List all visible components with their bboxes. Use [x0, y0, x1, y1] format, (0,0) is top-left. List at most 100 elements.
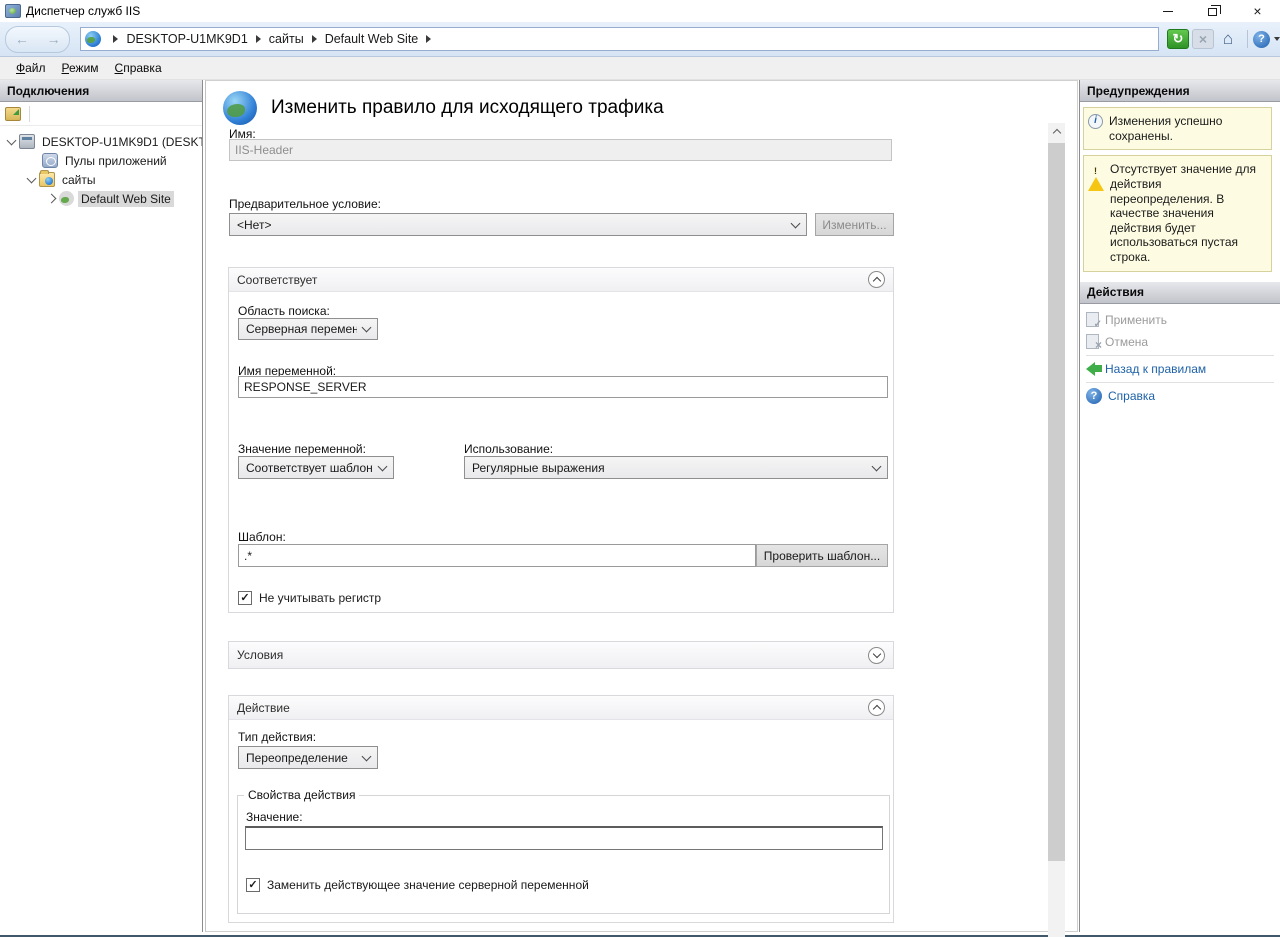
replace-checkbox-row[interactable]: ✓ Заменить действующее значение серверно…	[246, 878, 589, 892]
pattern-input[interactable]	[238, 544, 756, 567]
scope-value: Серверная переменн	[246, 322, 357, 336]
close-button[interactable]: ×	[1235, 0, 1280, 22]
save-connection-icon[interactable]	[5, 107, 21, 121]
actions-header: Действия	[1080, 282, 1280, 304]
conditions-section-header: Условия	[229, 642, 893, 668]
back-arrow-icon	[1086, 362, 1095, 376]
breadcrumb-arrow-icon	[426, 35, 431, 43]
chevron-down-icon[interactable]	[27, 173, 37, 183]
collapse-button[interactable]	[868, 699, 885, 716]
info-icon: i	[1088, 114, 1103, 129]
warning-icon: !	[1088, 163, 1104, 191]
chevron-up-icon	[872, 705, 880, 713]
chevron-up-icon	[872, 277, 880, 285]
nav-buttons: ← →	[5, 26, 70, 53]
alert-warning-text: Отсутствует значение для действия переоп…	[1110, 162, 1265, 264]
tree-item-sites[interactable]: сайты	[0, 170, 202, 189]
connections-tree: DESKTOP-U1MK9D1 (DESKTOP Пулы приложений…	[0, 126, 202, 208]
alert-info: i Изменения успешно сохранены.	[1083, 107, 1272, 150]
sites-folder-icon	[39, 172, 55, 187]
replace-label: Заменить действующее значение серверной …	[267, 878, 589, 892]
help-icon: ?	[1258, 33, 1265, 45]
scroll-up-button[interactable]	[1048, 123, 1065, 140]
scope-select[interactable]: Серверная переменн	[238, 318, 378, 340]
action-type-value: Переопределение	[246, 751, 357, 765]
toolbar-separator	[29, 106, 30, 122]
expand-button[interactable]	[868, 647, 885, 664]
help-button[interactable]: ?	[1253, 31, 1270, 48]
action-header-label: Действие	[237, 701, 868, 715]
chevron-right-icon[interactable]	[47, 194, 57, 204]
value-label: Значение:	[246, 810, 303, 824]
back-icon: ←	[15, 31, 29, 47]
breadcrumb-server[interactable]: DESKTOP-U1MK9D1	[126, 32, 247, 46]
chevron-down-icon	[362, 751, 372, 761]
tree-item-server[interactable]: DESKTOP-U1MK9D1 (DESKTOP	[0, 132, 202, 151]
variable-value-select[interactable]: Соответствует шаблону	[238, 456, 394, 479]
action-section: Действие Тип действия: Переопределение С…	[228, 695, 894, 923]
action-label: Отмена	[1105, 335, 1148, 349]
restore-button[interactable]	[1190, 0, 1235, 22]
chevron-down-icon	[378, 461, 388, 471]
apply-icon	[1086, 312, 1099, 327]
tree-item-label: Пулы приложений	[62, 153, 170, 169]
test-pattern-button[interactable]: Проверить шаблон...	[756, 544, 888, 567]
help-icon: ?	[1086, 388, 1102, 404]
feature-page: Изменить правило для исходящего трафика …	[205, 80, 1078, 932]
action-label: Справка	[1108, 389, 1155, 403]
precondition-label: Предварительное условие:	[229, 197, 381, 211]
precondition-select[interactable]: <Нет>	[229, 213, 807, 236]
pattern-label: Шаблон:	[238, 530, 286, 544]
vertical-scrollbar[interactable]	[1048, 123, 1065, 937]
breadcrumb-sites[interactable]: сайты	[269, 32, 304, 46]
refresh-button[interactable]: ↻	[1167, 29, 1189, 49]
stop-icon: ×	[1199, 31, 1207, 47]
variable-name-input[interactable]	[238, 376, 888, 398]
menu-view[interactable]: Режим	[54, 58, 107, 78]
edit-precondition-button: Изменить...	[815, 213, 894, 236]
close-icon: ×	[1253, 4, 1261, 18]
breadcrumb-default-web-site[interactable]: Default Web Site	[325, 32, 419, 46]
connections-header: Подключения	[0, 80, 202, 102]
using-label: Использование:	[464, 442, 553, 456]
checkbox-checked-icon[interactable]: ✓	[246, 878, 260, 892]
menu-file[interactable]: Файл	[8, 58, 54, 78]
value-input[interactable]	[245, 826, 883, 850]
breadcrumb-arrow-icon	[113, 35, 118, 43]
actions-separator	[1086, 382, 1274, 383]
test-pattern-label: Проверить шаблон...	[764, 549, 880, 563]
checkbox-checked-icon[interactable]: ✓	[238, 591, 252, 605]
stop-button: ×	[1192, 29, 1214, 49]
application-pools-icon	[42, 153, 58, 168]
server-icon	[19, 134, 35, 149]
warning-exclamation: !	[1094, 166, 1097, 177]
match-section: Соответствует Область поиска: Серверная …	[228, 267, 894, 613]
tree-item-app-pools[interactable]: Пулы приложений	[0, 151, 202, 170]
help-dropdown-icon[interactable]	[1274, 37, 1280, 41]
chevron-down-icon	[872, 649, 880, 657]
scrollbar-thumb[interactable]	[1048, 143, 1065, 861]
minimize-button[interactable]	[1145, 0, 1190, 22]
home-button[interactable]: ⌂	[1217, 29, 1239, 49]
menu-help[interactable]: Справка	[107, 58, 170, 78]
action-type-select[interactable]: Переопределение	[238, 746, 378, 769]
iis-manager-window: Диспетчер служб IIS × ← → DESKTOP-U1MK9D…	[0, 0, 1280, 937]
globe-icon	[85, 31, 101, 47]
tree-item-label: сайты	[59, 172, 99, 188]
action-back-to-rules[interactable]: Назад к правилам	[1080, 358, 1280, 380]
restore-icon	[1208, 8, 1217, 16]
tree-item-default-web-site[interactable]: Default Web Site	[0, 189, 202, 208]
alerts-header: Предупреждения	[1080, 80, 1280, 102]
window-title: Диспетчер служб IIS	[26, 4, 140, 18]
tree-item-label: Default Web Site	[78, 191, 174, 207]
ignore-case-checkbox-row[interactable]: ✓ Не учитывать регистр	[238, 591, 381, 605]
action-type-label: Тип действия:	[238, 730, 316, 744]
chevron-up-icon	[1052, 129, 1060, 137]
using-select[interactable]: Регулярные выражения	[464, 456, 888, 479]
page-title: Изменить правило для исходящего трафика	[271, 97, 664, 119]
conditions-header-label: Условия	[237, 648, 868, 662]
home-icon: ⌂	[1223, 29, 1233, 49]
chevron-down-icon[interactable]	[7, 135, 17, 145]
action-help[interactable]: ? Справка	[1080, 385, 1280, 407]
collapse-button[interactable]	[868, 271, 885, 288]
